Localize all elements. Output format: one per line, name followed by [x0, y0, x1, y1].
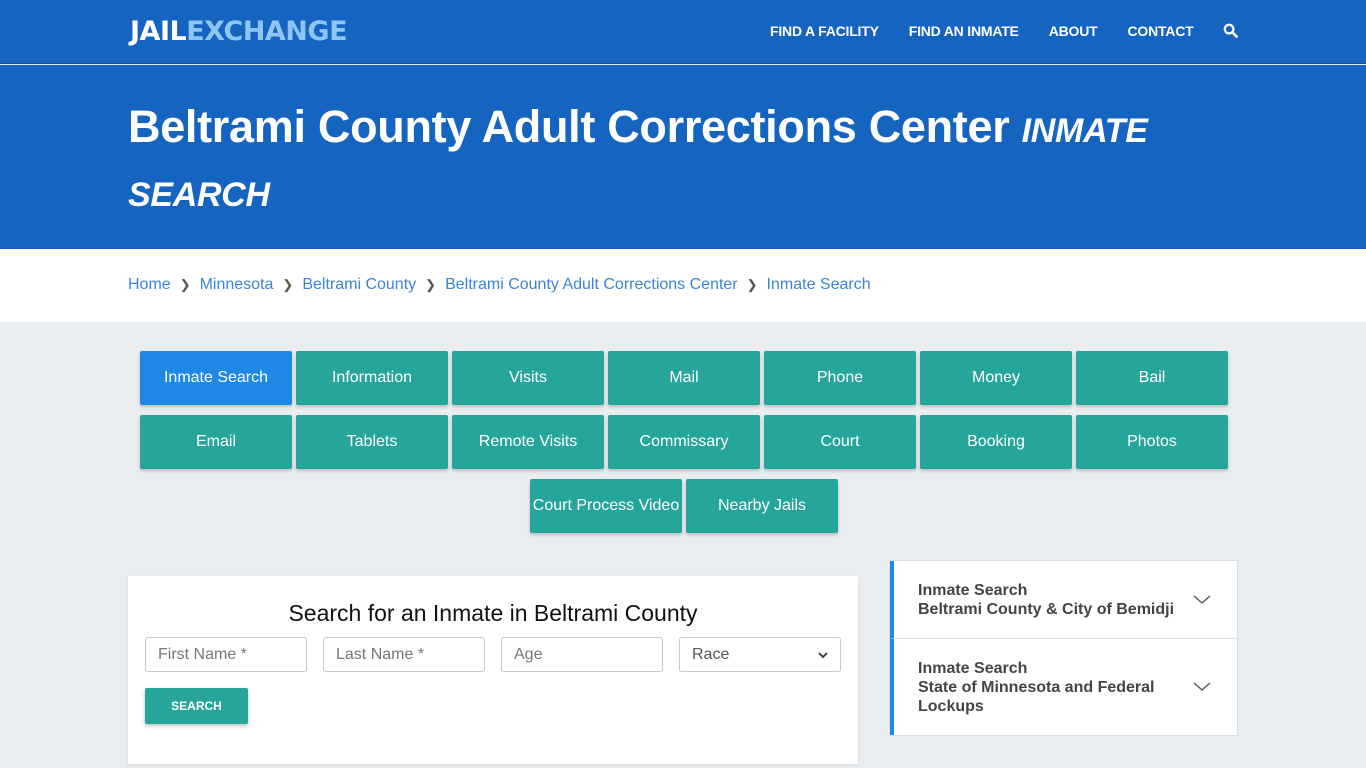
tab-nearby-jails[interactable]: Nearby Jails [686, 479, 838, 533]
breadcrumb-current[interactable]: Inmate Search [767, 276, 871, 294]
search-icon[interactable] [1223, 23, 1239, 39]
tab-court[interactable]: Court [764, 415, 916, 469]
breadcrumb: Home ❯ Minnesota ❯ Beltrami County ❯ Bel… [0, 249, 1366, 322]
logo-text-exchange: EXCHANGE [186, 16, 348, 47]
tab-money[interactable]: Money [920, 351, 1072, 405]
tab-visits[interactable]: Visits [452, 351, 604, 405]
race-select[interactable]: Race [679, 637, 841, 672]
tab-mail[interactable]: Mail [608, 351, 760, 405]
nav-find-an-inmate[interactable]: FIND AN INMATE [909, 23, 1019, 39]
tab-booking[interactable]: Booking [920, 415, 1072, 469]
search-submit-button[interactable]: SEARCH [145, 688, 248, 724]
first-name-input[interactable] [145, 637, 307, 672]
tab-email[interactable]: Email [140, 415, 292, 469]
chevron-down-icon [818, 646, 828, 664]
tab-remote-visits[interactable]: Remote Visits [452, 415, 604, 469]
tab-court-process-video[interactable]: Court Process Video [530, 479, 682, 533]
sidebar-item-county-search[interactable]: Inmate Search Beltrami County & City of … [890, 561, 1237, 638]
chevron-down-icon [1193, 677, 1211, 702]
page-title: Beltrami County Adult Corrections Center… [128, 97, 1188, 225]
sidebar-item-sublabel: Beltrami County & City of Bemidji [918, 601, 1175, 618]
chevron-right-icon: ❯ [746, 277, 758, 292]
tab-phone[interactable]: Phone [764, 351, 916, 405]
tab-photos[interactable]: Photos [1076, 415, 1228, 469]
breadcrumb-county[interactable]: Beltrami County [302, 276, 416, 294]
nav-find-a-facility[interactable]: FIND A FACILITY [770, 23, 879, 39]
breadcrumb-minnesota[interactable]: Minnesota [200, 276, 274, 294]
page-hero: Beltrami County Adult Corrections Center… [0, 65, 1366, 249]
sidebar-item-sublabel: State of Minnesota and Federal Lockups [918, 679, 1155, 715]
chevron-right-icon: ❯ [425, 277, 437, 292]
sidebar-item-state-search[interactable]: Inmate Search State of Minnesota and Fed… [890, 638, 1237, 735]
breadcrumb-facility[interactable]: Beltrami County Adult Corrections Center [445, 276, 738, 294]
tab-bail[interactable]: Bail [1076, 351, 1228, 405]
chevron-right-icon: ❯ [179, 277, 191, 292]
breadcrumb-home[interactable]: Home [128, 276, 171, 294]
chevron-down-icon [1193, 590, 1211, 615]
chevron-right-icon: ❯ [282, 277, 294, 292]
site-logo[interactable]: JAILEXCHANGE [130, 16, 348, 47]
top-navbar: JAILEXCHANGE FIND A FACILITY FIND AN INM… [0, 0, 1366, 64]
sidebar-item-label: Inmate Search [918, 582, 1028, 599]
tab-inmate-search[interactable]: Inmate Search [140, 351, 292, 405]
tab-tablets[interactable]: Tablets [296, 415, 448, 469]
last-name-input[interactable] [323, 637, 485, 672]
inmate-search-card: Search for an Inmate in Beltrami County … [128, 576, 858, 764]
sidebar-item-label: Inmate Search [918, 660, 1028, 677]
race-select-value: Race [692, 645, 730, 663]
page-title-main: Beltrami County Adult Corrections Center [128, 101, 1010, 152]
nav-contact[interactable]: CONTACT [1127, 23, 1193, 39]
facility-tabs: Inmate Search Information Visits Mail Ph… [137, 351, 1231, 543]
search-sidebar: Inmate Search Beltrami County & City of … [889, 560, 1238, 736]
tab-commissary[interactable]: Commissary [608, 415, 760, 469]
age-input[interactable] [501, 637, 663, 672]
search-form-title: Search for an Inmate in Beltrami County [288, 600, 698, 626]
logo-text-jail: JAIL [130, 16, 187, 47]
nav-about[interactable]: ABOUT [1049, 23, 1098, 39]
tab-information[interactable]: Information [296, 351, 448, 405]
main-nav: FIND A FACILITY FIND AN INMATE ABOUT CON… [770, 23, 1239, 39]
